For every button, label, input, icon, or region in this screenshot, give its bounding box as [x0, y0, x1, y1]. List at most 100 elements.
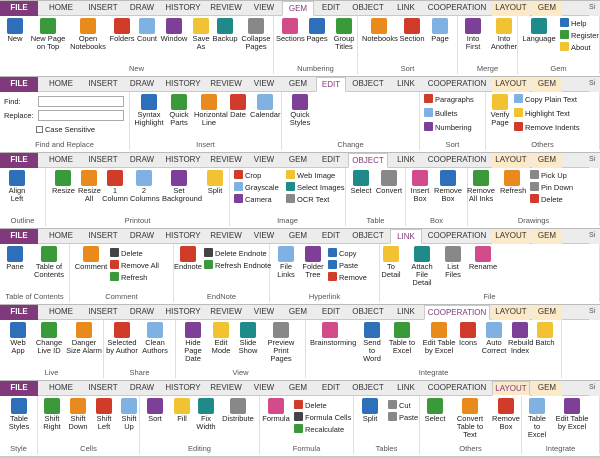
verify-page-button[interactable]: Verify Page: [488, 94, 512, 127]
paste-button[interactable]: Paste: [328, 260, 358, 271]
tab-edit-8[interactable]: EDIT: [316, 305, 346, 320]
tab-edit-8[interactable]: EDIT: [316, 77, 346, 92]
tab-edit-8[interactable]: EDIT: [316, 1, 346, 16]
save-as-button[interactable]: Save As: [190, 18, 212, 51]
tab-gem-7[interactable]: GEM: [282, 381, 314, 396]
set-background-button[interactable]: Set Background: [162, 170, 202, 203]
find-input[interactable]: [38, 96, 124, 107]
bullets-button[interactable]: Bullets: [424, 108, 458, 119]
tab-layout-12[interactable]: LAYOUT: [492, 153, 530, 168]
folders-button[interactable]: Folders: [108, 18, 136, 43]
align-left-button[interactable]: Align Left: [4, 170, 30, 203]
shift-right-button[interactable]: Shift Right: [40, 398, 64, 431]
new-button[interactable]: New: [4, 18, 26, 43]
tab-link-10[interactable]: LINK: [390, 381, 422, 396]
tab-layout-12[interactable]: LAYOUT: [492, 381, 530, 396]
count-button[interactable]: Count: [136, 18, 158, 43]
cut-button[interactable]: Cut: [388, 400, 411, 411]
split-button[interactable]: Split: [356, 398, 384, 423]
tab-file-0[interactable]: FILE: [0, 77, 38, 92]
tab-draw-3[interactable]: DRAW: [124, 305, 160, 320]
tab-cooperation-11[interactable]: COOPERATION: [424, 381, 490, 396]
quick-parts-button[interactable]: Quick Parts: [166, 94, 192, 127]
tab-review-5[interactable]: REVIEW: [206, 229, 246, 244]
pages-button[interactable]: Pages: [306, 18, 328, 43]
select-images-button[interactable]: Select Images: [286, 182, 345, 193]
shift-down-button[interactable]: Shift Down: [66, 398, 90, 431]
rebuild-index-button[interactable]: Rebuild Index: [508, 322, 533, 355]
icons-button[interactable]: Icons: [456, 322, 480, 347]
table-to-excel-button[interactable]: Table to Excel: [524, 398, 550, 439]
tab-gem-13[interactable]: GEM: [532, 305, 562, 320]
tab-cooperation-11[interactable]: COOPERATION: [424, 1, 490, 16]
remove-indents-button[interactable]: Remove Indents: [514, 122, 580, 133]
tab-insert-2[interactable]: INSERT: [84, 381, 122, 396]
danger-size-alarm-button[interactable]: Danger Size Alarm: [66, 322, 102, 355]
tab-gem-7[interactable]: GEM: [282, 229, 314, 244]
open-notebooks-button[interactable]: Open Notebooks: [70, 18, 106, 51]
tab-history-4[interactable]: HISTORY: [162, 153, 204, 168]
tab-gem-7[interactable]: GEM: [282, 77, 314, 92]
fix-width-button[interactable]: Fix Width: [194, 398, 218, 431]
tab-cooperation-11[interactable]: COOPERATION: [424, 305, 490, 320]
auto-correct-button[interactable]: Auto Correct: [480, 322, 508, 355]
tab-cooperation-11[interactable]: COOPERATION: [424, 229, 490, 244]
tab-file-0[interactable]: FILE: [0, 153, 38, 168]
tab-edit-8[interactable]: EDIT: [316, 381, 346, 396]
tab-draw-3[interactable]: DRAW: [124, 77, 160, 92]
rename-button[interactable]: Rename: [468, 246, 498, 271]
camera-button[interactable]: Camera: [234, 194, 272, 205]
tab-object-9[interactable]: OBJECT: [348, 381, 388, 396]
tab-gem-7[interactable]: GEM: [282, 305, 314, 320]
change-live-id-button[interactable]: Change Live ID: [34, 322, 64, 355]
tab-home-1[interactable]: HOME: [40, 1, 82, 16]
delete-button[interactable]: Delete: [294, 400, 327, 411]
refresh-endnote-button[interactable]: Refresh Endnote: [204, 260, 271, 271]
to-detail-button[interactable]: To Detail: [380, 246, 402, 279]
help-button[interactable]: Help: [560, 18, 586, 29]
tab-insert-2[interactable]: INSERT: [84, 229, 122, 244]
list-files-button[interactable]: List Files: [440, 246, 466, 279]
page-button[interactable]: Page: [428, 18, 452, 43]
tab-object-9[interactable]: OBJECT: [348, 1, 388, 16]
shift-left-button[interactable]: Shift Left: [92, 398, 116, 431]
language-button[interactable]: Language: [522, 18, 556, 43]
about-button[interactable]: About: [560, 42, 591, 53]
preview-print-pages-button[interactable]: Preview Print Pages: [262, 322, 300, 363]
copy-button[interactable]: Copy: [328, 248, 357, 259]
grayscale-button[interactable]: Grayscale: [234, 182, 279, 193]
formula-button[interactable]: Formula: [262, 398, 290, 423]
remove-all-button[interactable]: Remove All: [110, 260, 159, 271]
syntax-highlight-button[interactable]: Syntax Highlight: [134, 94, 164, 127]
tab-draw-3[interactable]: DRAW: [124, 229, 160, 244]
1-column-button[interactable]: 1 Column: [102, 170, 128, 203]
paragraphs-button[interactable]: Paragraphs: [424, 94, 474, 105]
slide-show-button[interactable]: Slide Show: [236, 322, 260, 355]
file-links-button[interactable]: File Links: [274, 246, 298, 279]
tab-draw-3[interactable]: DRAW: [124, 381, 160, 396]
tab-edit-8[interactable]: EDIT: [316, 229, 346, 244]
insert-box-button[interactable]: Insert Box: [408, 170, 432, 203]
edit-table-by-excel-button[interactable]: Edit Table by Excel: [552, 398, 592, 431]
tab-view-6[interactable]: VIEW: [248, 381, 280, 396]
split-button[interactable]: Split: [204, 170, 226, 195]
pin-down-button[interactable]: Pin Down: [530, 182, 573, 193]
tab-file-0[interactable]: FILE: [0, 229, 38, 244]
distribute-button[interactable]: Distribute: [222, 398, 254, 423]
tab-cooperation-11[interactable]: COOPERATION: [424, 153, 490, 168]
delete-button[interactable]: Delete: [110, 248, 143, 259]
resize-button[interactable]: Resize: [52, 170, 75, 195]
highlight-text-button[interactable]: Highlight Text: [514, 108, 570, 119]
numbering-button[interactable]: Numbering: [424, 122, 472, 133]
tab-view-6[interactable]: VIEW: [248, 1, 280, 16]
tab-gem-13[interactable]: GEM: [532, 381, 562, 396]
tab-view-6[interactable]: VIEW: [248, 305, 280, 320]
tab-home-1[interactable]: HOME: [40, 381, 82, 396]
register-button[interactable]: Register: [560, 30, 599, 41]
hide-page-date-button[interactable]: Hide Page Date: [178, 322, 208, 363]
replace-input[interactable]: [38, 110, 124, 121]
delete-endnote-button[interactable]: Delete Endnote: [204, 248, 267, 259]
tab-gem-13[interactable]: GEM: [532, 77, 562, 92]
tab-layout-12[interactable]: LAYOUT: [492, 1, 530, 16]
sections-button[interactable]: Sections: [276, 18, 305, 43]
